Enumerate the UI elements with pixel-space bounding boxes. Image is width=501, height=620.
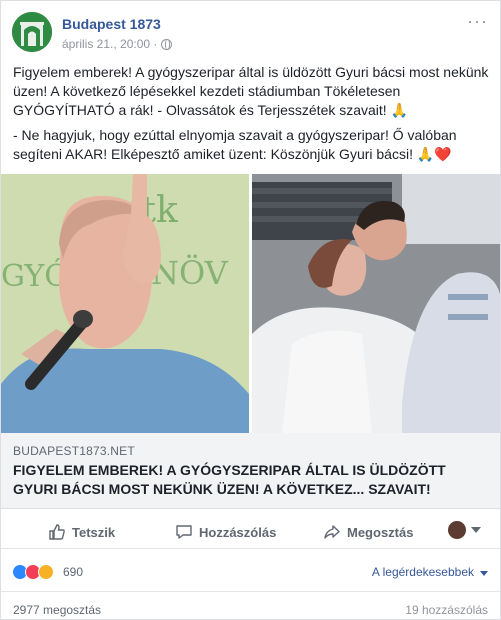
- share-label: Megosztás: [347, 524, 414, 540]
- reaction-icons[interactable]: [12, 564, 54, 580]
- post-paragraph: - Ne hagyjuk, hogy ezúttal elnyomja szav…: [13, 127, 457, 162]
- more-options-icon[interactable]: ···: [467, 11, 488, 32]
- old-man-photo-illustration: entk GYÓ NÖV: [1, 174, 249, 433]
- thumbs-up-icon: [49, 524, 65, 540]
- comment-label: Hozzászólás: [199, 524, 277, 540]
- sort-comments-dropdown[interactable]: A legérdekesebbek: [372, 565, 474, 579]
- share-count[interactable]: 2977 megosztás: [13, 603, 101, 617]
- page-name-link[interactable]: Budapest 1873: [62, 16, 161, 32]
- caret-down-icon: [471, 527, 481, 533]
- link-domain: BUDAPEST1873.NET: [13, 444, 135, 458]
- svg-text:GYÓ: GYÓ: [1, 258, 69, 294]
- post-images[interactable]: entk GYÓ NÖV: [1, 174, 500, 433]
- comment-button[interactable]: Hozzászólás: [175, 523, 276, 541]
- post-paragraph: Figyelem emberek! A gyógyszeripar által …: [13, 64, 489, 118]
- post-text: Figyelem emberek! A gyógyszeripar által …: [13, 63, 493, 170]
- bridge-logo-icon: [12, 12, 52, 52]
- post-card: Budapest 1873 április 21., 20:00 · ··· F…: [0, 0, 501, 620]
- comment-icon: [176, 525, 192, 539]
- link-title[interactable]: FIGYELEM EMBEREK! A GYÓGYSZERIPAR ÁLTAL …: [13, 461, 491, 499]
- link-preview[interactable]: BUDAPEST1873.NET FIGYELEM EMBEREK! A GYÓ…: [1, 433, 500, 509]
- share-button[interactable]: Megosztás: [323, 523, 413, 541]
- svg-text:NÖV: NÖV: [151, 254, 229, 292]
- action-bar: Tetszik Hozzászólás Megosztás: [1, 513, 500, 549]
- sort-caret-icon: [480, 571, 488, 576]
- share-arrow-icon: [324, 525, 340, 539]
- comment-count[interactable]: 19 hozzászólás: [405, 603, 488, 617]
- hospital-kiss-photo[interactable]: [252, 174, 500, 433]
- post-timestamp[interactable]: április 21., 20:00 ·: [62, 37, 157, 51]
- globe-icon: [161, 38, 173, 50]
- reaction-count[interactable]: 690: [63, 565, 83, 579]
- wow-reaction-icon: [38, 564, 54, 580]
- page-avatar[interactable]: [12, 12, 52, 52]
- react-as-selector[interactable]: [448, 521, 481, 539]
- like-label: Tetszik: [72, 524, 116, 540]
- stats-row: 2977 megosztás 19 hozzászólás: [1, 591, 500, 620]
- old-man-microphone-photo[interactable]: entk GYÓ NÖV: [1, 174, 249, 433]
- hospital-photo-illustration: [252, 174, 500, 433]
- user-avatar: [448, 521, 466, 539]
- reactions-row: 690 A legérdekesebbek: [1, 557, 500, 587]
- post-meta: április 21., 20:00 ·: [62, 37, 173, 51]
- like-button[interactable]: Tetszik: [48, 523, 115, 541]
